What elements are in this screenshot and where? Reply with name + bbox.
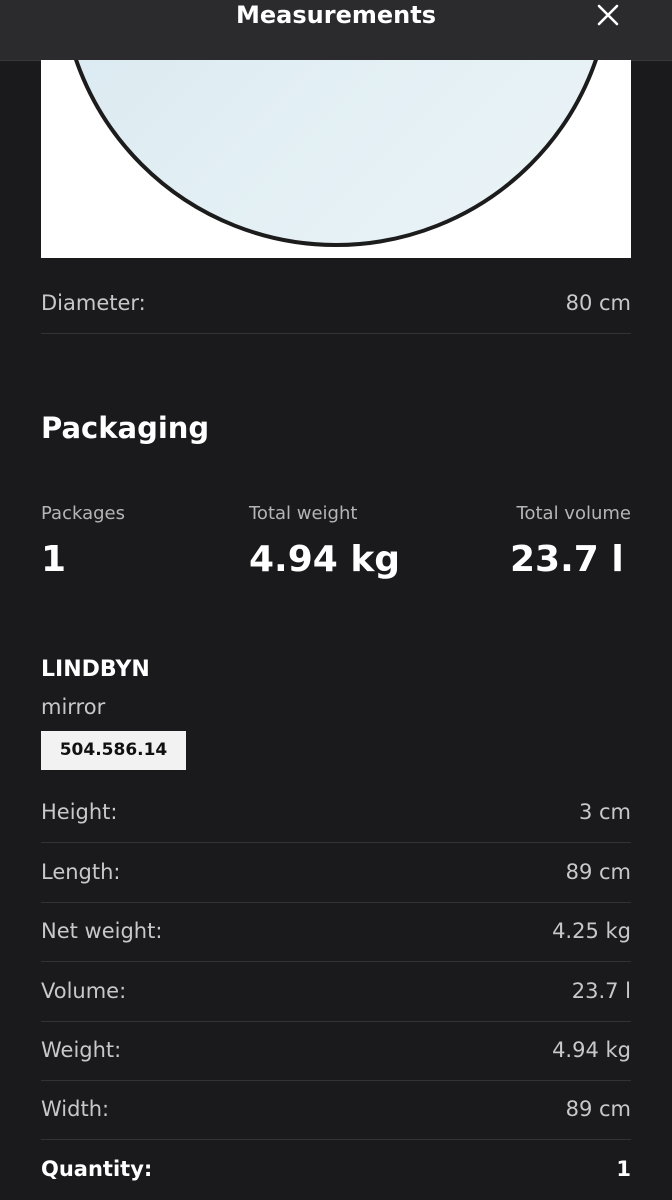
package-row-value: 4.94 kg <box>552 1038 631 1062</box>
stat-label-packages: Packages <box>41 503 125 524</box>
package-row-label: Height: <box>41 800 118 824</box>
stat-label-total-volume: Total volume <box>516 503 631 524</box>
product-name: LINDBYN <box>41 657 150 682</box>
packaging-heading: Packaging <box>41 411 210 445</box>
package-row-label: Length: <box>41 860 121 884</box>
dimension-label: Diameter: <box>41 291 146 315</box>
close-button[interactable] <box>590 0 626 30</box>
package-row-value: 1 <box>616 1157 631 1181</box>
package-row-width: Width: 89 cm <box>41 1080 631 1140</box>
package-row-length: Length: 89 cm <box>41 843 631 903</box>
package-row-label: Weight: <box>41 1038 122 1062</box>
modal-header: Measurements <box>0 0 672 61</box>
package-row-value: 23.7 l <box>571 979 631 1003</box>
stat-value-packages: 1 <box>41 539 67 580</box>
article-number-badge: 504.586.14 <box>41 731 186 770</box>
package-row-value: 4.25 kg <box>552 919 631 943</box>
product-dimension-illustration <box>41 60 631 258</box>
stat-value-total-weight: 4.94 kg <box>249 539 401 580</box>
package-row-label: Quantity: <box>41 1157 153 1181</box>
dimension-value: 80 cm <box>565 291 631 315</box>
package-row-label: Width: <box>41 1097 110 1121</box>
package-row-volume: Volume: 23.7 l <box>41 962 631 1022</box>
package-row-net-weight: Net weight: 4.25 kg <box>41 902 631 962</box>
package-row-quantity: Quantity: 1 <box>41 1140 631 1199</box>
package-row-value: 89 cm <box>565 860 631 884</box>
product-type: mirror <box>41 695 106 719</box>
mirror-illustration <box>74 60 598 247</box>
package-row-label: Volume: <box>41 979 127 1003</box>
stat-label-total-weight: Total weight <box>249 503 358 524</box>
package-row-value: 3 cm <box>578 800 631 824</box>
modal-title: Measurements <box>236 1 436 29</box>
package-row-height: Height: 3 cm <box>41 783 631 843</box>
close-icon <box>597 4 619 26</box>
package-row-weight: Weight: 4.94 kg <box>41 1021 631 1081</box>
package-row-label: Net weight: <box>41 919 163 943</box>
stat-value-total-volume: 23.7 l <box>510 539 624 580</box>
package-row-value: 89 cm <box>565 1097 631 1121</box>
dimension-row-diameter: Diameter: 80 cm <box>41 274 631 334</box>
